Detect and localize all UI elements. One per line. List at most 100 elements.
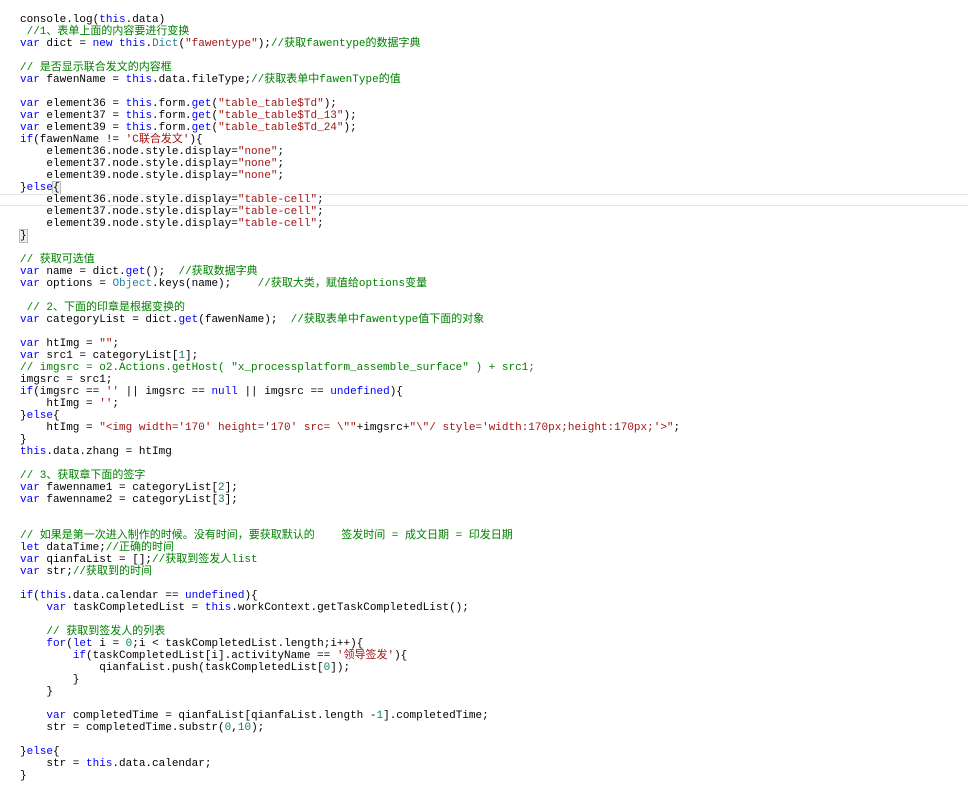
code-line[interactable]: var dict = new this.Dict("fawentype");//… bbox=[0, 38, 968, 50]
code-line[interactable]: var categoryList = dict.get(fawenName); … bbox=[0, 314, 968, 326]
code-line[interactable]: qianfaList.push(taskCompletedList[0]); bbox=[0, 662, 968, 674]
code-token: qianfaList.push(taskCompletedList[ bbox=[20, 662, 324, 674]
code-line[interactable]: } bbox=[0, 674, 968, 686]
code-line[interactable]: var element37 = this.form.get("table_tab… bbox=[0, 110, 968, 122]
code-line[interactable]: str = this.data.calendar; bbox=[0, 758, 968, 770]
code-token: .keys(name); bbox=[152, 278, 258, 290]
code-token: .workContext.getTaskCompletedList(); bbox=[231, 602, 469, 614]
code-line[interactable] bbox=[0, 734, 968, 746]
keyword-token: this bbox=[39, 590, 67, 602]
code-token: imgsrc = src1; bbox=[20, 374, 113, 386]
code-line[interactable] bbox=[0, 86, 968, 98]
code-token: fawenname2 = categoryList[ bbox=[39, 494, 219, 506]
number-token: 3 bbox=[218, 494, 225, 506]
code-line[interactable]: this.data.zhang = htImg bbox=[0, 446, 968, 458]
code-line[interactable]: str = completedTime.substr(0,10); bbox=[0, 722, 968, 734]
code-line[interactable]: var name = dict.get(); //获取数据字典 bbox=[0, 266, 968, 278]
code-line[interactable] bbox=[0, 506, 968, 518]
code-editor[interactable]: console.log(this.data) //1、表单上面的内容要进行变换 v… bbox=[0, 14, 968, 782]
code-line[interactable]: } bbox=[0, 229, 968, 243]
code-line[interactable]: //1、表单上面的内容要进行变换 bbox=[0, 26, 968, 38]
keyword-token: null bbox=[211, 386, 238, 398]
code-line[interactable] bbox=[0, 290, 968, 302]
type-token: Dict bbox=[152, 38, 179, 50]
code-line[interactable]: // 如果是第一次进入制作的时候。没有时间，要获取默认的 签发时间 = 成文日期… bbox=[0, 530, 968, 542]
code-line[interactable]: } bbox=[0, 770, 968, 782]
keyword-token: var bbox=[20, 266, 40, 278]
code-line[interactable]: var fawenname2 = categoryList[3]; bbox=[0, 494, 968, 506]
code-line[interactable]: var qianfaList = [];//获取到签发人list bbox=[0, 554, 968, 566]
keyword-token: if bbox=[20, 590, 34, 602]
code-token: element39.node.style.display= bbox=[20, 218, 238, 230]
code-line[interactable] bbox=[0, 326, 968, 338]
code-line[interactable]: // imgsrc = o2.Actions.getHost( "x_proce… bbox=[0, 362, 968, 374]
code-line[interactable] bbox=[0, 698, 968, 710]
code-token: htImg = bbox=[20, 422, 100, 434]
code-line[interactable]: // 获取可选值 bbox=[0, 254, 968, 266]
code-token: } bbox=[20, 434, 27, 446]
comment-token: //获取fawentype的数据字典 bbox=[270, 38, 421, 50]
code-token: element37.node.style.display= bbox=[20, 158, 238, 170]
code-line[interactable]: }else{ bbox=[0, 410, 968, 422]
keyword-token: new bbox=[92, 38, 113, 50]
keyword-token: get bbox=[191, 110, 212, 122]
code-line[interactable]: htImg = "<img width='170' height='170' s… bbox=[0, 422, 968, 434]
code-line[interactable]: element37.node.style.display="table-cell… bbox=[0, 206, 968, 218]
code-line[interactable]: var element39 = this.form.get("table_tab… bbox=[0, 122, 968, 134]
code-line[interactable] bbox=[0, 614, 968, 626]
code-line[interactable]: if(this.data.calendar == undefined){ bbox=[0, 590, 968, 602]
keyword-token: var bbox=[20, 554, 40, 566]
code-token: options = bbox=[39, 278, 113, 290]
keyword-token: undefined bbox=[330, 386, 390, 398]
code-line[interactable]: var element36 = this.form.get("table_tab… bbox=[0, 98, 968, 110]
code-line[interactable]: element37.node.style.display="none"; bbox=[0, 158, 968, 170]
code-line[interactable]: imgsrc = src1; bbox=[0, 374, 968, 386]
code-line[interactable]: } bbox=[0, 686, 968, 698]
code-line[interactable] bbox=[0, 242, 968, 254]
code-line[interactable]: var htImg = ""; bbox=[0, 338, 968, 350]
code-line[interactable]: var completedTime = qianfaList[qianfaLis… bbox=[0, 710, 968, 722]
string-token: "table-cell" bbox=[237, 218, 318, 230]
code-token: fawenname1 = categoryList[ bbox=[39, 482, 219, 494]
code-line[interactable]: element36.node.style.display="none"; bbox=[0, 146, 968, 158]
code-line[interactable]: let dataTime;//正确的时间 bbox=[0, 542, 968, 554]
code-line[interactable]: }else{ bbox=[0, 181, 968, 195]
code-line[interactable]: var options = Object.keys(name); //获取大类，… bbox=[0, 278, 968, 290]
current-code-line[interactable]: element36.node.style.display="table-cell… bbox=[0, 194, 968, 206]
code-line[interactable]: if(imgsrc == '' || imgsrc == null || img… bbox=[0, 386, 968, 398]
keyword-token: if bbox=[72, 650, 87, 662]
code-line[interactable]: // 3、获取章下面的签字 bbox=[0, 470, 968, 482]
code-line[interactable] bbox=[0, 578, 968, 590]
code-line[interactable]: var fawenName = this.data.fileType;//获取表… bbox=[0, 74, 968, 86]
code-line[interactable]: if(taskCompletedList[i].activityName == … bbox=[0, 650, 968, 662]
code-line[interactable]: if(fawenName != 'C联合发文'){ bbox=[0, 134, 968, 146]
code-line[interactable]: // 获取到签发人的列表 bbox=[0, 626, 968, 638]
code-line[interactable]: } bbox=[0, 434, 968, 446]
code-token: name = dict. bbox=[39, 266, 126, 278]
code-token: element36 = bbox=[39, 98, 126, 110]
code-line[interactable] bbox=[0, 50, 968, 62]
code-line[interactable]: var taskCompletedList = this.workContext… bbox=[0, 602, 968, 614]
code-line[interactable]: var src1 = categoryList[1]; bbox=[0, 350, 968, 362]
keyword-token: let bbox=[72, 638, 93, 650]
code-token: ]; bbox=[224, 494, 238, 506]
code-line[interactable] bbox=[0, 458, 968, 470]
code-token: ; bbox=[277, 170, 285, 182]
code-line[interactable]: element39.node.style.display="none"; bbox=[0, 170, 968, 182]
code-token: || imgsrc == bbox=[119, 386, 212, 398]
code-line[interactable]: var str;//获取到的时间 bbox=[0, 566, 968, 578]
code-token: ; bbox=[112, 398, 120, 410]
code-line[interactable]: // 是否显示联合发文的内容框 bbox=[0, 62, 968, 74]
code-token: completedTime = qianfaList[qianfaList.le… bbox=[66, 710, 377, 722]
code-token: str = bbox=[20, 758, 87, 770]
code-line[interactable]: var fawenname1 = categoryList[2]; bbox=[0, 482, 968, 494]
keyword-token: else bbox=[26, 746, 54, 758]
code-line[interactable]: }else{ bbox=[0, 746, 968, 758]
code-line[interactable]: element39.node.style.display="table-cell… bbox=[0, 218, 968, 230]
code-line[interactable] bbox=[0, 518, 968, 530]
code-line[interactable]: for(let i = 0;i < taskCompletedList.leng… bbox=[0, 638, 968, 650]
code-line[interactable]: htImg = ''; bbox=[0, 398, 968, 410]
code-line[interactable]: // 2、下面的印章是根据变换的 bbox=[0, 302, 968, 314]
code-line[interactable]: console.log(this.data) bbox=[0, 14, 968, 26]
